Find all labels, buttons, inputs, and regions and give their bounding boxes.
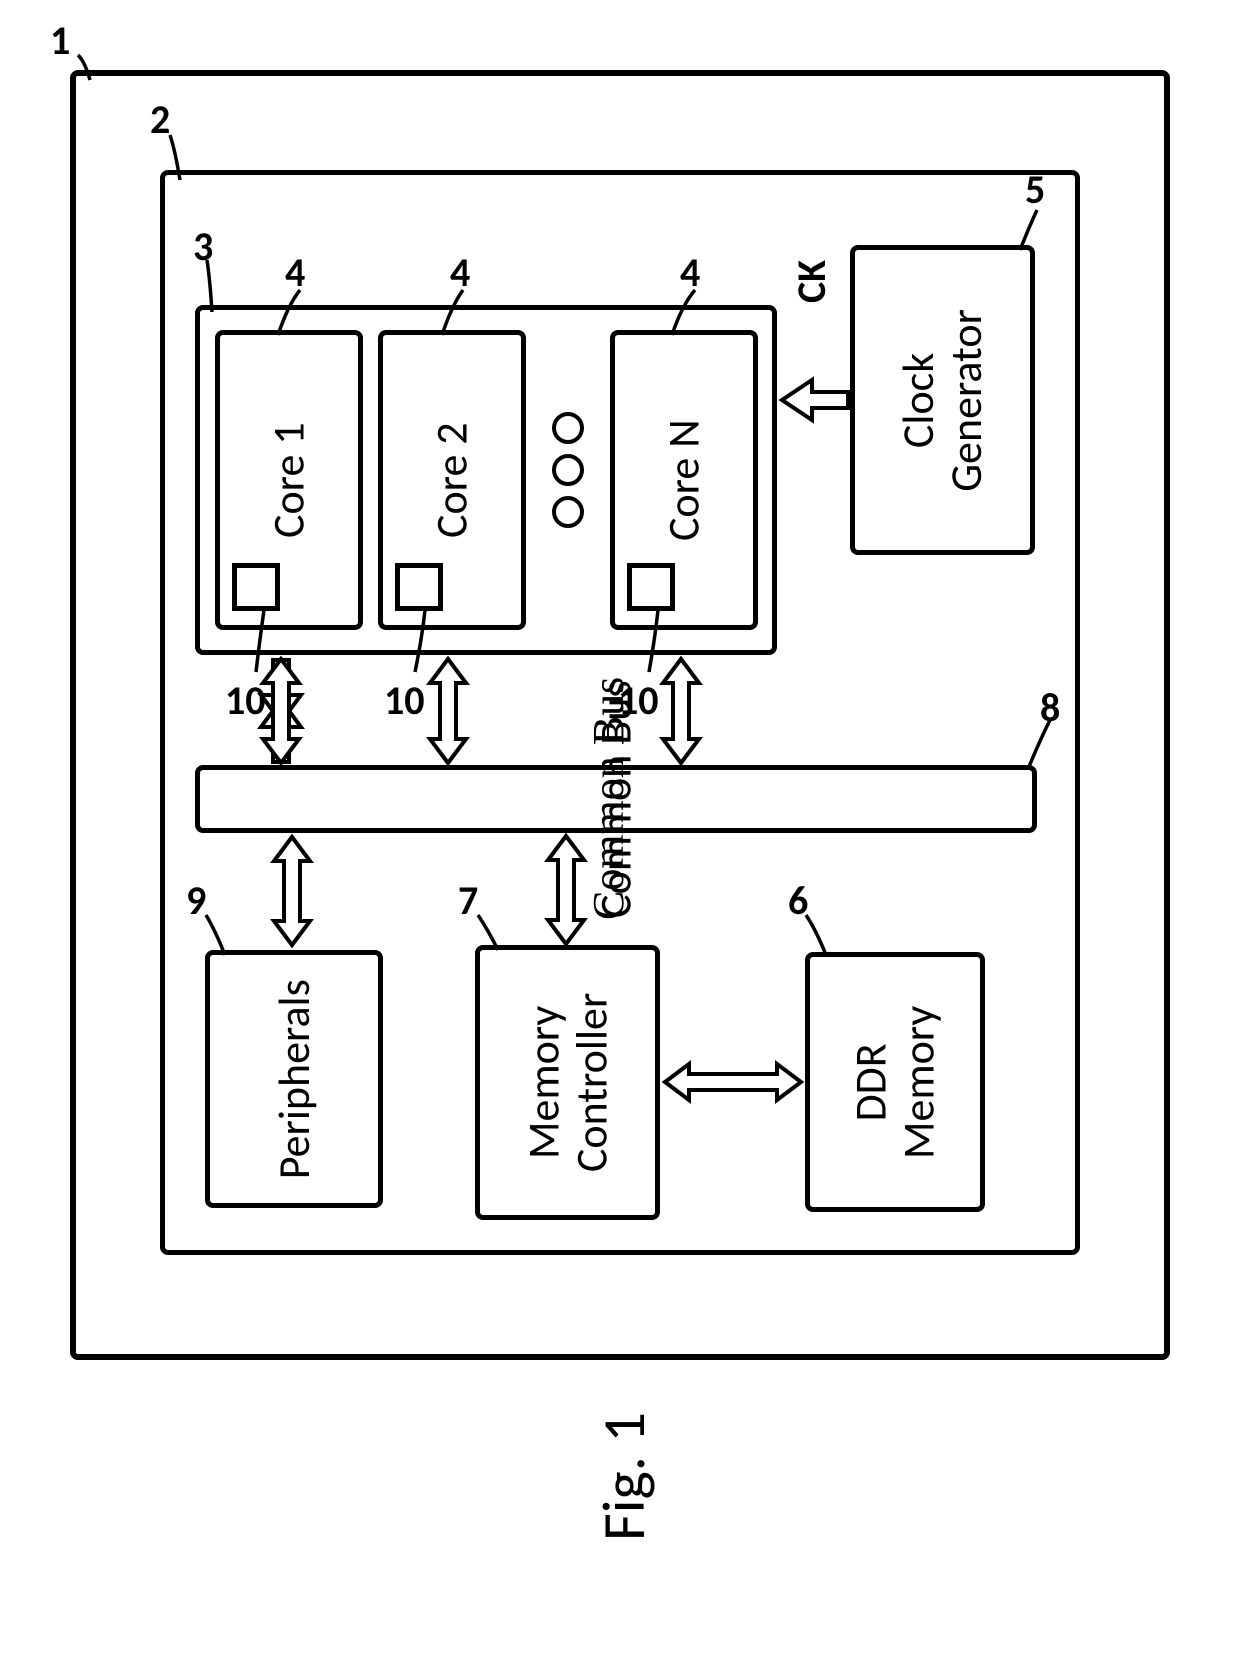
overlay-svg (0, 0, 1240, 1660)
